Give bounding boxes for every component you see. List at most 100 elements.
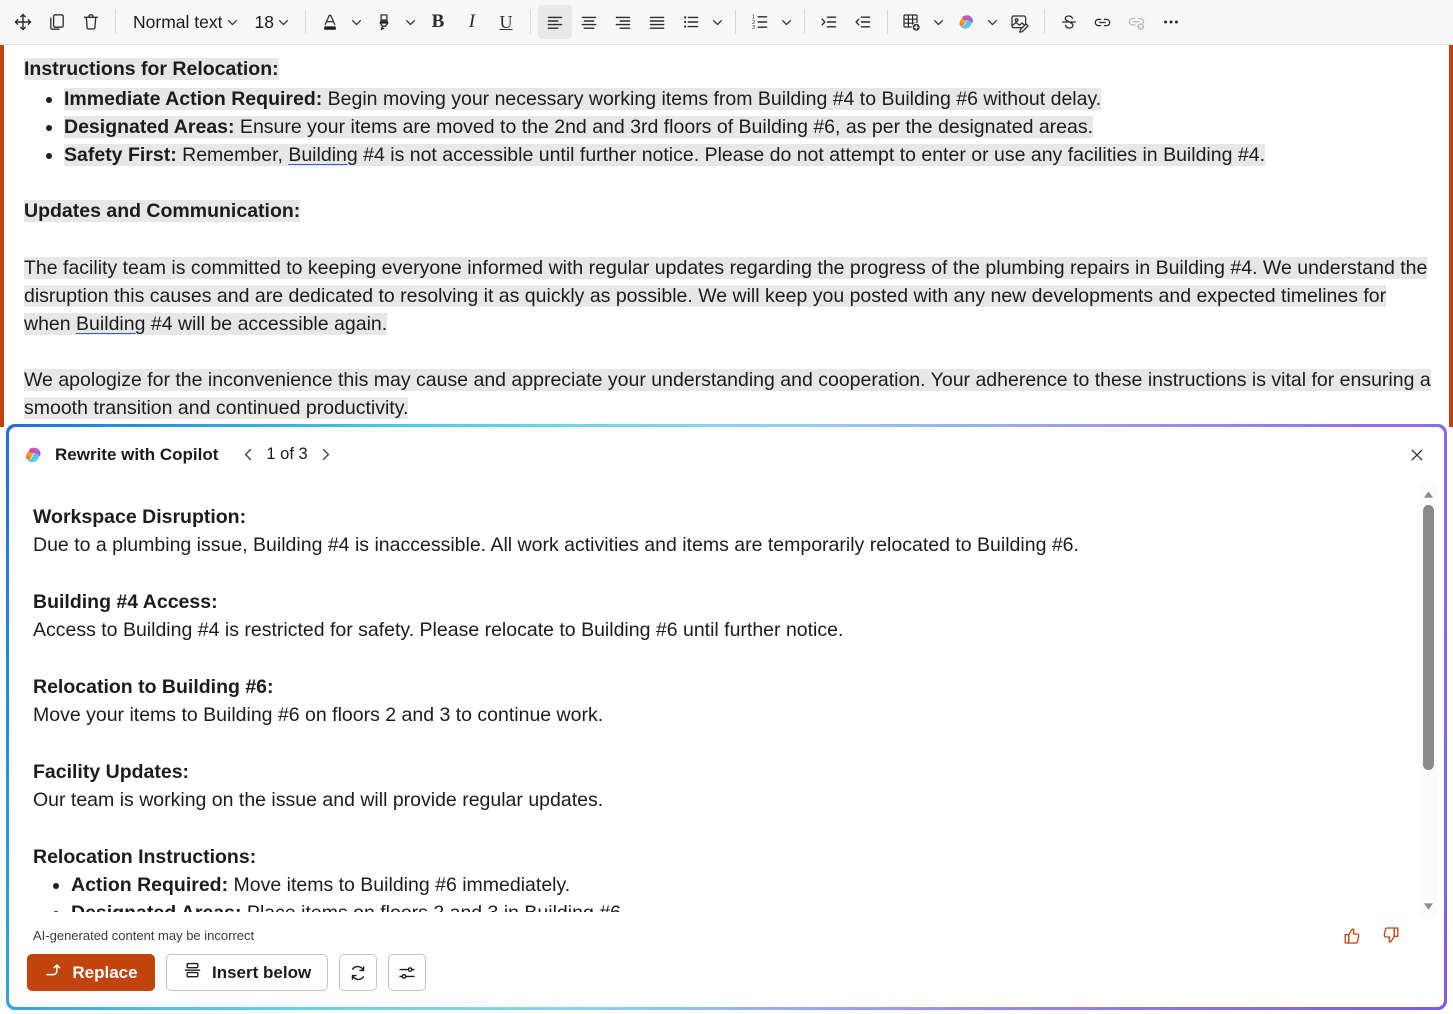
bullet-lead: Action Required: [71,874,229,896]
chevron-down-icon[interactable] [222,5,242,39]
suggestion-heading-1: Building #4 Access: [33,591,218,613]
document-paragraph-1: The facility team is committed to keepin… [24,254,1431,338]
list-item: Designated Areas: Ensure your items are … [64,113,1431,141]
document-bullet-0: Immediate Action Required: Begin moving … [64,88,1102,110]
replace-button[interactable]: Replace [27,954,155,991]
list-item: Action Required: Move items to Building … [71,871,1384,899]
suggestion-heading-3: Facility Updates: [33,761,190,783]
bullet-lead: Immediate Action Required: [64,88,323,110]
scroll-up-icon[interactable] [1420,485,1437,503]
document-heading-instructions: Instructions for Relocation: [24,55,1431,83]
toolbar-divider [304,10,306,34]
numbered-list-button[interactable]: 1 2 3 [743,5,777,39]
insert-below-button[interactable]: Insert below [166,954,329,991]
spellcheck-word[interactable]: Building [76,313,145,335]
list-item: Immediate Action Required: Begin moving … [64,85,1431,113]
insert-picture-icon[interactable] [1003,5,1037,39]
copilot-panel-title: Rewrite with Copilot [55,444,219,464]
font-size-dropdown[interactable]: 18 [246,5,297,39]
italic-label: I [468,11,476,32]
rewrite-with-copilot-panel: Rewrite with Copilot 1 of 3 Workspace Di… [6,424,1447,1010]
next-suggestion-button[interactable] [312,441,340,469]
previous-suggestion-button[interactable] [234,441,262,469]
insert-link-icon[interactable] [1086,5,1120,39]
document-heading-updates-text: Updates and Communication: [24,200,301,222]
document-heading-instructions-text: Instructions for Relocation: [24,58,279,80]
formatting-toolbar: Normal text 18 B I U 1 2 3 [0,0,1453,45]
chevron-down-icon[interactable] [777,5,797,39]
spellcheck-word[interactable]: Building [288,144,357,166]
document-instruction-list: Immediate Action Required: Begin moving … [24,85,1431,169]
bullet-lead: Designated Areas: [64,116,235,138]
font-color-icon[interactable] [313,5,347,39]
suggestion-final-list: Action Required: Move items to Building … [33,871,1384,912]
paragraph-text-after: #4 will be accessible again. [145,313,388,335]
copy-icon[interactable] [40,5,74,39]
copilot-suggestion-content[interactable]: Workspace Disruption: Due to a plumbing … [9,482,1408,912]
bullet-lead: Designated Areas: [71,902,242,912]
strikethrough-button[interactable] [1052,5,1086,39]
suggestion-heading-0: Workspace Disruption: [33,506,247,528]
decrease-indent-button[interactable] [846,5,880,39]
scrollbar-track[interactable] [1420,503,1437,897]
suggestion-counter: 1 of 3 [266,445,308,463]
bulleted-list-button[interactable] [674,5,708,39]
replace-label: Replace [72,962,138,982]
scrollbar-thumb[interactable] [1423,505,1434,770]
increase-indent-button[interactable] [812,5,846,39]
copilot-action-bar: Replace Insert below [27,954,427,991]
align-left-button[interactable] [537,5,572,39]
chevron-down-icon[interactable] [708,5,728,39]
remove-link-icon[interactable] [1120,5,1154,39]
move-icon[interactable] [6,5,40,39]
toolbar-divider [115,10,116,34]
align-center-button[interactable] [572,5,606,39]
scroll-down-icon[interactable] [1420,897,1437,915]
chevron-down-icon[interactable] [274,5,294,39]
regenerate-icon[interactable] [339,954,378,991]
toolbar-divider [803,10,805,34]
highlight-color-icon[interactable] [367,5,401,39]
document-canvas[interactable]: Instructions for Relocation: Immediate A… [0,45,1453,427]
document-paragraph-1-text: The facility team is committed to keepin… [24,257,1428,335]
chevron-down-icon[interactable] [401,5,421,39]
paragraph-style-dropdown[interactable]: Normal text [123,5,246,39]
suggestion-heading-2: Relocation to Building #6: [33,676,274,698]
thumbs-up-icon[interactable] [1340,923,1364,947]
suggestion-body-1: Access to Building #4 is restricted for … [33,619,844,641]
bullet-text: Move items to Building #6 immediately. [228,874,571,896]
delete-icon[interactable] [74,5,108,39]
svg-text:3: 3 [752,25,755,31]
justify-button[interactable] [640,5,674,39]
italic-button[interactable]: I [455,5,489,39]
paragraph-style-value: Normal text [133,11,223,32]
thumbs-down-icon[interactable] [1378,923,1402,947]
underline-button[interactable]: U [489,5,523,39]
bullet-text: Begin moving your necessary working item… [322,88,1102,110]
document-paragraph-2-text: We apologize for the inconvenience this … [24,369,1431,419]
suggestion-scrollbar[interactable] [1420,485,1437,915]
underline-label: U [499,11,513,32]
insert-table-icon[interactable] [895,5,929,39]
chevron-down-icon[interactable] [347,5,367,39]
align-right-button[interactable] [606,5,640,39]
copilot-icon [21,443,45,467]
copilot-icon[interactable] [949,5,983,39]
chevron-down-icon[interactable] [983,5,1003,39]
adjust-settings-icon[interactable] [388,954,427,991]
chevron-down-icon[interactable] [929,5,949,39]
close-icon[interactable] [1402,440,1432,470]
document-body[interactable]: Instructions for Relocation: Immediate A… [0,45,1453,422]
bold-button[interactable]: B [421,5,455,39]
suggestion-body-3: Our team is working on the issue and wil… [33,789,604,811]
list-item: Safety First: Remember, Building #4 is n… [64,141,1431,169]
ai-disclaimer: AI-generated content may be incorrect [33,928,255,943]
more-options-icon[interactable] [1154,5,1188,39]
insert-below-label: Insert below [212,962,312,982]
font-size-value: 18 [254,11,274,32]
bold-label: B [431,11,445,32]
